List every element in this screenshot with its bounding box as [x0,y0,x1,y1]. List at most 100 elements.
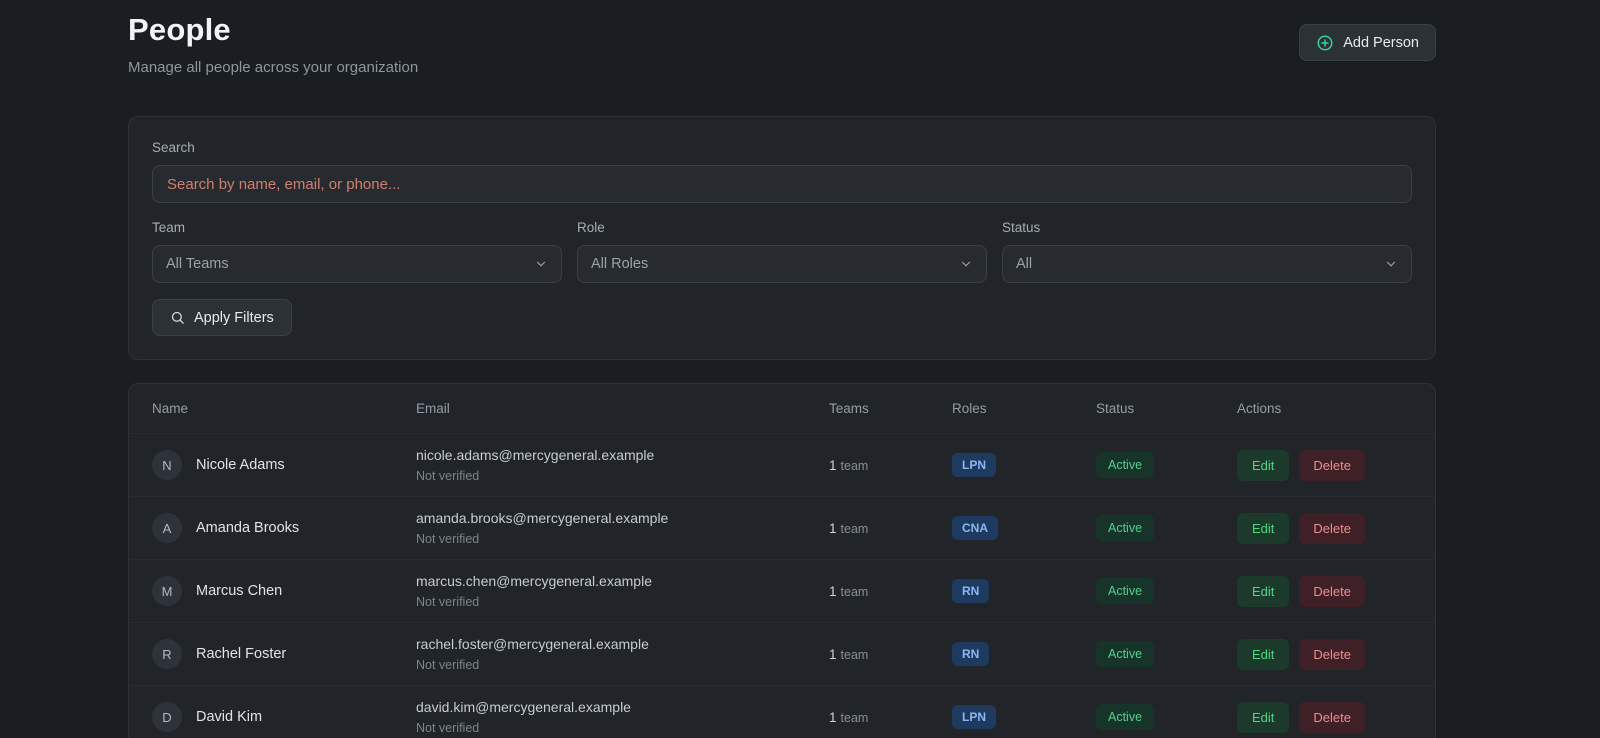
page-title: People [128,12,231,47]
page-header: People Manage all people across your org… [128,12,1436,76]
team-select[interactable]: All Teams [152,245,562,283]
delete-button[interactable]: Delete [1299,512,1365,544]
table-body: N Nicole Adams nicole.adams@mercygeneral… [129,433,1435,738]
person-name: Nicole Adams [196,457,285,473]
person-cell: N Nicole Adams [152,450,416,480]
role-badge: RN [952,642,990,666]
roles-cell: RN [952,642,1096,666]
table-row: R Rachel Foster rachel.foster@mercygener… [129,622,1435,685]
person-name: Rachel Foster [196,646,287,662]
team-select-value: All Teams [166,256,229,272]
teams-cell: 1 team [829,584,952,599]
team-filter-group: Team All Teams [152,220,562,283]
person-cell: D David Kim [152,702,416,732]
add-person-button[interactable]: Add Person [1299,24,1436,61]
team-label: Team [152,220,186,235]
status-cell: Active [1096,515,1237,541]
teams-cell: 1 team [829,458,952,473]
edit-button[interactable]: Edit [1237,575,1290,607]
roles-cell: RN [952,579,1096,603]
filter-row: Team All Teams Role All Roles Status All [152,220,1412,283]
avatar: M [152,576,182,606]
page-subtitle: Manage all people across your organizati… [128,59,419,76]
person-cell: A Amanda Brooks [152,513,416,543]
email-cell: rachel.foster@mercygeneral.example Not v… [416,636,829,672]
role-filter-group: Role All Roles [577,220,987,283]
person-name: David Kim [196,709,263,725]
table-header-row: Name Email Teams Roles Status Actions [129,384,1435,433]
actions-cell: Edit Delete [1237,701,1412,733]
status-label: Status [1002,220,1041,235]
search-label: Search [152,140,195,155]
edit-button[interactable]: Edit [1237,512,1290,544]
search-icon [170,310,185,325]
delete-button[interactable]: Delete [1299,575,1365,607]
teams-unit: team [840,458,869,473]
title-block: People Manage all people across your org… [128,12,418,76]
teams-cell: 1 team [829,647,952,662]
role-select[interactable]: All Roles [577,245,987,283]
edit-button[interactable]: Edit [1237,638,1290,670]
status-filter-group: Status All [1002,220,1412,283]
table-row: A Amanda Brooks amanda.brooks@mercygener… [129,496,1435,559]
role-badge: RN [952,579,990,603]
email-cell: nicole.adams@mercygeneral.example Not ve… [416,447,829,483]
column-header-actions: Actions [1237,401,1282,416]
status-cell: Active [1096,578,1237,604]
role-badge: CNA [952,516,998,540]
avatar: R [152,639,182,669]
apply-filters-button[interactable]: Apply Filters [152,299,292,336]
status-badge: Active [1096,515,1155,541]
people-table: Name Email Teams Roles Status Actions N … [128,383,1436,738]
column-header-roles: Roles [952,401,987,416]
verified-status: Not verified [416,595,480,609]
verified-status: Not verified [416,469,480,483]
people-page: People Manage all people across your org… [128,0,1436,738]
teams-cell: 1 team [829,521,952,536]
avatar: D [152,702,182,732]
teams-count: 1 [829,520,837,536]
status-select[interactable]: All [1002,245,1412,283]
roles-cell: LPN [952,705,1096,729]
role-label: Role [577,220,605,235]
status-badge: Active [1096,704,1155,730]
column-header-teams: Teams [829,401,869,416]
status-badge: Active [1096,578,1155,604]
person-name: Marcus Chen [196,583,283,599]
teams-count: 1 [829,646,837,662]
status-cell: Active [1096,704,1237,730]
avatar: N [152,450,182,480]
chevron-down-icon [959,257,973,271]
chevron-down-icon [534,257,548,271]
table-row: M Marcus Chen marcus.chen@mercygeneral.e… [129,559,1435,622]
person-cell: R Rachel Foster [152,639,416,669]
delete-button[interactable]: Delete [1299,638,1365,670]
person-email: nicole.adams@mercygeneral.example [416,447,655,463]
table-row: D David Kim david.kim@mercygeneral.examp… [129,685,1435,738]
edit-button[interactable]: Edit [1237,449,1290,481]
table-row: N Nicole Adams nicole.adams@mercygeneral… [129,433,1435,496]
teams-unit: team [840,584,869,599]
role-badge: LPN [952,453,996,477]
person-cell: M Marcus Chen [152,576,416,606]
roles-cell: CNA [952,516,1096,540]
teams-count: 1 [829,709,837,725]
verified-status: Not verified [416,658,480,672]
roles-cell: LPN [952,453,1096,477]
person-name: Amanda Brooks [196,520,300,536]
actions-cell: Edit Delete [1237,449,1412,481]
search-input[interactable] [152,165,1412,203]
status-badge: Active [1096,452,1155,478]
delete-button[interactable]: Delete [1299,449,1365,481]
teams-cell: 1 team [829,710,952,725]
verified-status: Not verified [416,532,480,546]
column-header-email: Email [416,401,450,416]
status-cell: Active [1096,641,1237,667]
edit-button[interactable]: Edit [1237,701,1290,733]
verified-status: Not verified [416,721,480,735]
delete-button[interactable]: Delete [1299,701,1365,733]
avatar: A [152,513,182,543]
email-cell: marcus.chen@mercygeneral.example Not ver… [416,573,829,609]
role-select-value: All Roles [591,256,649,272]
apply-filters-label: Apply Filters [194,309,274,326]
